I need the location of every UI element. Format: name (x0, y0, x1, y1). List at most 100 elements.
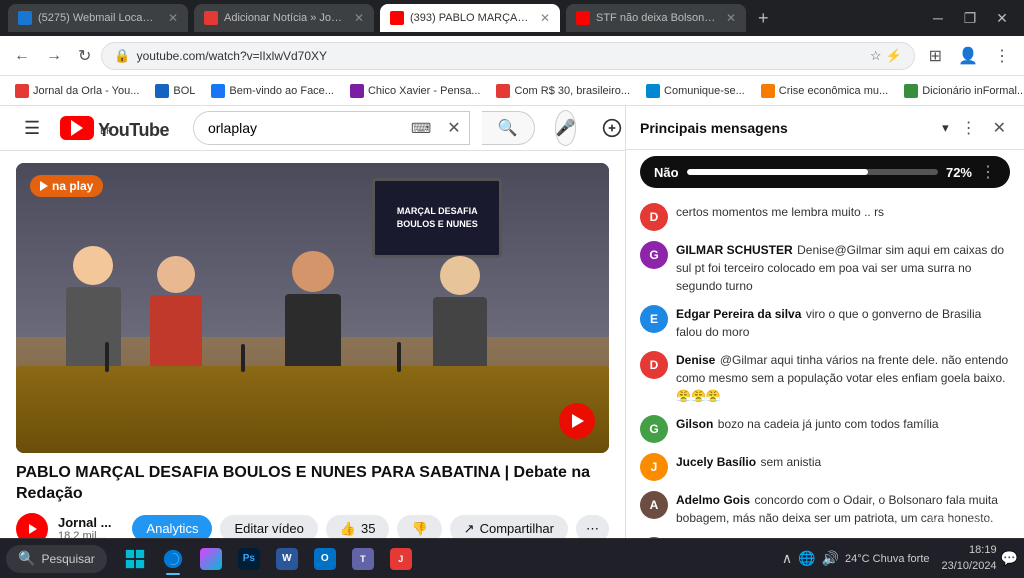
bookmark-comunique[interactable]: Comunique-se... (639, 81, 752, 101)
tab-pablo[interactable]: (393) PABLO MARÇAL DES... ✕ (380, 4, 560, 32)
msg-body-2: GILMAR SCHUSTER Denise@Gilmar sim aqui e… (676, 241, 1010, 295)
poll-option-label: Não (654, 165, 679, 180)
msg-avatar-2: G (640, 241, 668, 269)
taskbar-app-teams[interactable]: T (345, 541, 381, 577)
tab-stf[interactable]: STF não deixa Bolsonaro viajar... ✕ (566, 4, 746, 32)
thumbs-up-icon: 👍 (340, 521, 356, 537)
taskbar-app-windows[interactable] (117, 541, 153, 577)
reload-button[interactable]: ↻ (72, 42, 97, 70)
chat-message-4: D Denise @Gilmar aqui tinha vários na fr… (626, 346, 1024, 410)
sort-label: ▾ (942, 120, 949, 136)
chat-more-button[interactable]: ⋮ (957, 114, 981, 142)
taskbar-search-icon: 🔍 (18, 550, 35, 567)
msg-body-4: Denise @Gilmar aqui tinha vários na fren… (676, 351, 1010, 405)
extension-icon[interactable]: ⚡ (885, 48, 901, 64)
bookmark-bol[interactable]: BOL (148, 81, 202, 101)
tab-jornal[interactable]: Adicionar Notícia » Jornal da C... ✕ (194, 4, 374, 32)
page-content: ☰ YouTube BR ⌨ ✕ 🔍 🎤 (0, 106, 1024, 538)
poll-percentage: 72% (946, 165, 972, 180)
settings-button[interactable]: ⋮ (988, 42, 1016, 70)
tab-webmail-close[interactable]: ✕ (168, 11, 178, 25)
taskbar-app-edge[interactable] (155, 541, 191, 577)
forward-button[interactable]: → (40, 43, 68, 69)
bookmark-facebook[interactable]: Bem-vindo ao Face... (204, 81, 341, 101)
tab-webmail[interactable]: (5275) Webmail Locaweb :: Ca... ✕ (8, 4, 188, 32)
star-icon[interactable]: ☆ (870, 48, 882, 64)
edit-video-button[interactable]: Editar vídeo (220, 515, 317, 538)
msg-author-7: Adelmo Gois (676, 493, 750, 507)
video-thumbnail[interactable]: MARÇAL DESAFIABOULOS E NUNES (16, 163, 609, 453)
chat-message-3: E Edgar Pereira da silva viro o que o go… (626, 300, 1024, 346)
bookmark-label-comunique: Comunique-se... (664, 85, 745, 97)
voice-search-button[interactable]: 🎤 (555, 110, 577, 146)
outlook-icon: O (314, 548, 336, 570)
notification-center-icon[interactable]: 💬 (1001, 550, 1018, 567)
msg-body-5: Gilson bozo na cadeia já junto com todos… (676, 415, 1010, 433)
share-label: Compartilhar (480, 521, 554, 536)
bookmark-label-bol: BOL (173, 85, 195, 97)
poll-more-button[interactable]: ⋮ (980, 162, 996, 182)
youtube-logo[interactable]: YouTube BR (60, 116, 169, 140)
word-icon: W (276, 548, 298, 570)
bookmark-label-chico: Chico Xavier - Pensa... (368, 85, 481, 97)
tab-pablo-close[interactable]: ✕ (540, 11, 550, 25)
taskbar-app-photoshop[interactable]: Ps (231, 541, 267, 577)
taskbar-search[interactable]: 🔍 Pesquisar (6, 545, 107, 573)
tab-stf-close[interactable]: ✕ (726, 11, 736, 25)
minimize-button[interactable]: ─ (924, 8, 952, 28)
like-button[interactable]: 👍 35 (326, 515, 390, 538)
bookmark-icon-rs (496, 84, 510, 98)
channel-subs: 18,2 mil... (58, 530, 111, 538)
extensions-button[interactable]: ⊞ (923, 42, 948, 70)
bookmark-chico[interactable]: Chico Xavier - Pensa... (343, 81, 488, 101)
new-tab-button[interactable]: + (752, 8, 775, 29)
network-icon[interactable]: 🌐 (798, 550, 815, 567)
bookmark-dicio[interactable]: Dicionário inFormal... (897, 81, 1024, 101)
taskbar-search-text: Pesquisar (41, 552, 94, 566)
youtube-logo-br: BR (100, 127, 169, 136)
search-button[interactable]: 🔍 (482, 111, 535, 145)
clock-date: 23/10/2024 (942, 559, 997, 574)
dislike-button[interactable]: 👎 (397, 515, 441, 538)
taskbar-app-outlook[interactable]: O (307, 541, 343, 577)
weather-widget[interactable]: 24°C Chuva forte (845, 553, 930, 565)
channel-avatar[interactable] (16, 513, 48, 538)
address-bar[interactable]: 🔒 youtube.com/watch?v=lIxlwVd70XY ☆ ⚡ (101, 42, 914, 70)
taskbar-app-word[interactable]: W (269, 541, 305, 577)
window-controls: ─ ❐ ✕ (924, 8, 1016, 28)
video-play-button[interactable] (559, 403, 595, 439)
more-options-button[interactable]: ⋯ (576, 515, 609, 538)
maximize-button[interactable]: ❐ (956, 8, 984, 28)
pablo-favicon (390, 11, 404, 25)
create-button[interactable] (596, 112, 625, 144)
taskbar-app-java[interactable]: J (383, 541, 419, 577)
poll-fill (687, 169, 868, 175)
bookmark-crise[interactable]: Crise econômica mu... (754, 81, 895, 101)
nav-right-buttons: ⊞ 👤 ⋮ (923, 42, 1016, 70)
tab-jornal-close[interactable]: ✕ (354, 11, 364, 25)
share-button[interactable]: ↗ Compartilhar (450, 515, 568, 538)
video-overlay-logo: na play (30, 175, 103, 197)
back-button[interactable]: ← (8, 43, 36, 69)
profile-button[interactable]: 👤 (952, 42, 984, 70)
bookmark-rs[interactable]: Com R$ 30, brasileiro... (489, 81, 637, 101)
bookmark-jornal[interactable]: Jornal da Orla - You... (8, 81, 146, 101)
system-clock[interactable]: 18:19 23/10/2024 (942, 543, 997, 574)
chat-sort-button[interactable]: ▾ (942, 120, 949, 136)
chat-message-2: G GILMAR SCHUSTER Denise@Gilmar sim aqui… (626, 236, 1024, 300)
yt-header-right: 🔔 9+ Fazer login (596, 106, 625, 150)
yt-search-input[interactable] (194, 112, 403, 144)
msg-author-6: Jucely Basílio (676, 455, 756, 469)
msg-avatar-1: D (640, 203, 668, 231)
taskbar-app-photos[interactable] (193, 541, 229, 577)
volume-icon[interactable]: 🔊 (822, 550, 839, 567)
yt-menu-button[interactable]: ☰ (16, 110, 48, 147)
channel-info[interactable]: Jornal ... 18,2 mil... (58, 515, 111, 538)
keyboard-icon[interactable]: ⌨ (403, 120, 439, 137)
tray-arrow-icon[interactable]: ∧ (782, 550, 792, 567)
analytics-button[interactable]: Analytics (132, 515, 212, 538)
search-clear-button[interactable]: ✕ (439, 118, 468, 138)
bookmarks-bar: Jornal da Orla - You... BOL Bem-vindo ao… (0, 76, 1024, 106)
close-button[interactable]: ✕ (988, 8, 1016, 28)
chat-close-button[interactable]: ✕ (989, 114, 1010, 142)
